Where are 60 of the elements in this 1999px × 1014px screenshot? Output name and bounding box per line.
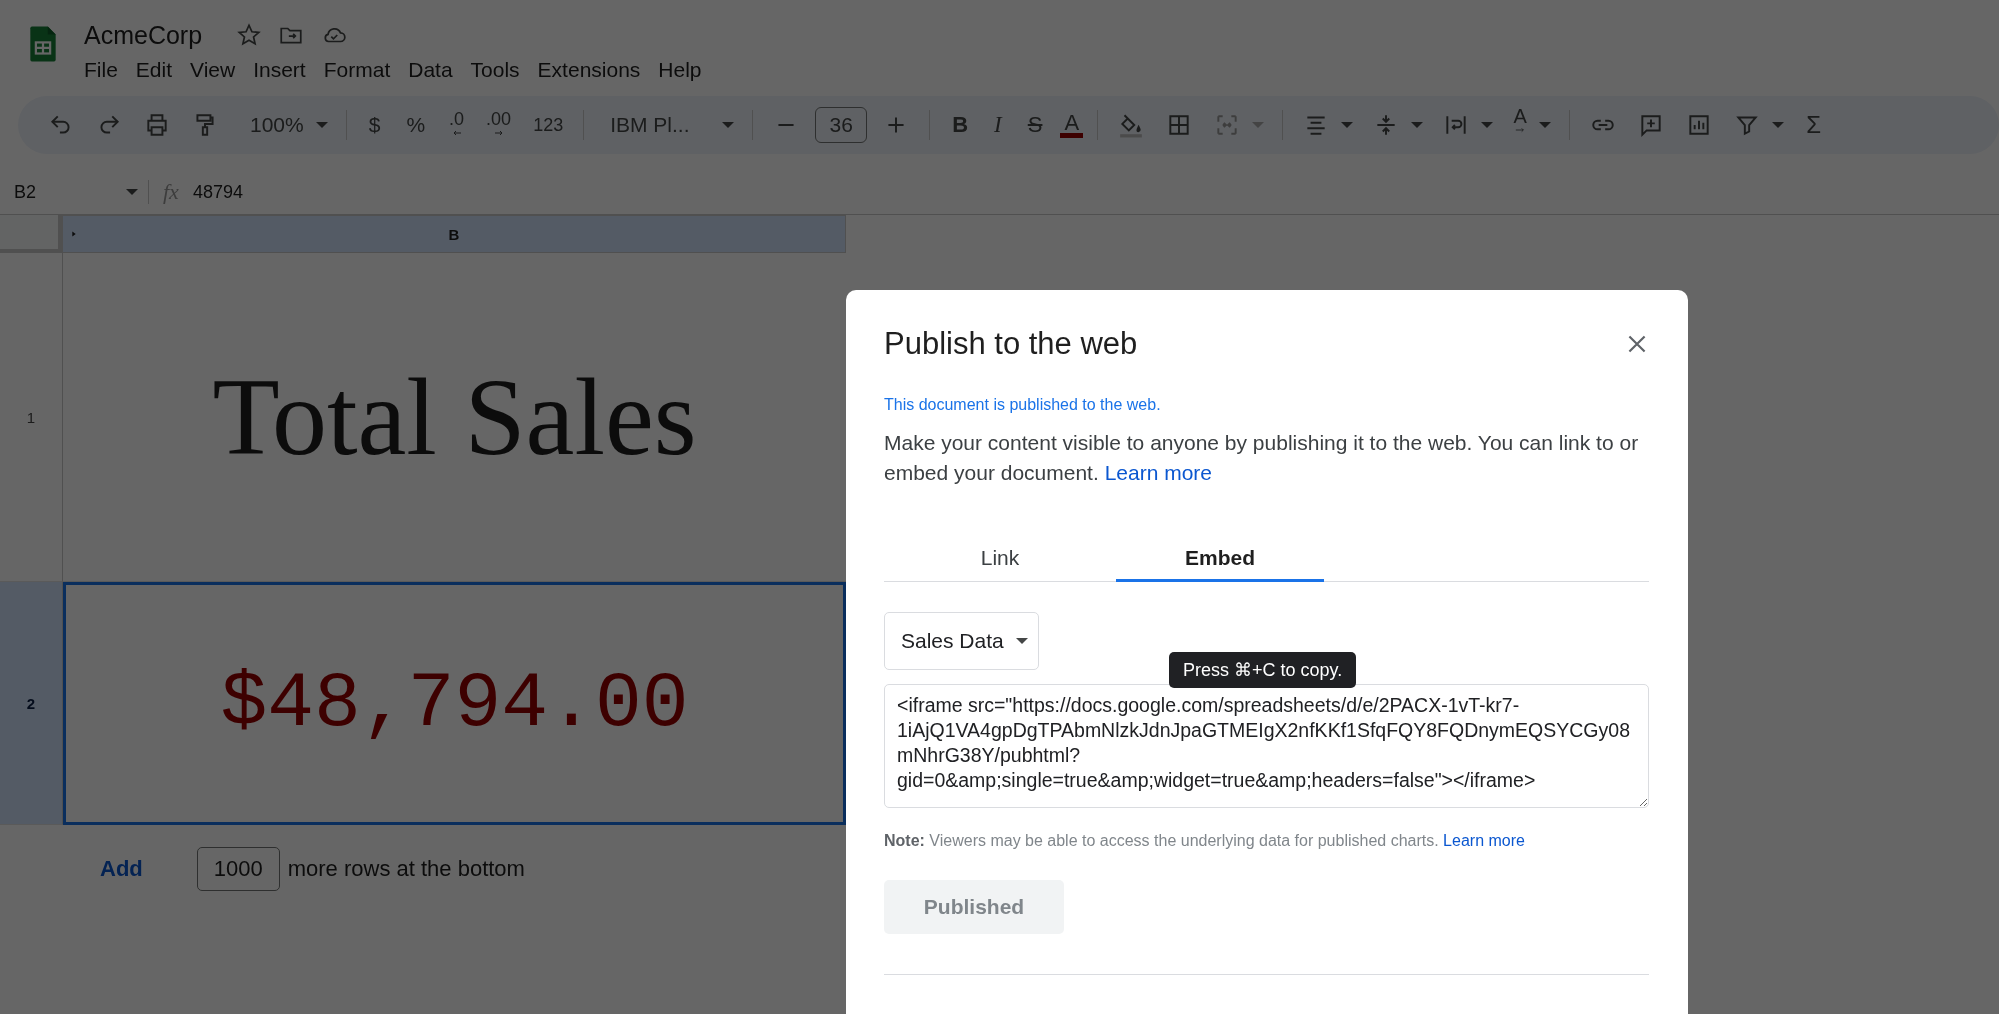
publish-status: This document is published to the web. [884,396,1162,414]
menu-item[interactable]: File [84,58,130,82]
text-rotation-button[interactable]: A [1507,107,1534,143]
caret-icon[interactable] [126,189,138,195]
caret-icon[interactable] [722,122,735,128]
caret-icon[interactable] [1411,122,1424,128]
print-icon[interactable] [144,112,170,138]
menu-item[interactable]: Edit [135,58,185,82]
menu-item[interactable]: Tools [470,58,532,82]
tab[interactable]: Link [884,536,1116,582]
row-header[interactable]: 2 [0,582,63,825]
column-header[interactable]: B [62,215,846,253]
decrease-decimal-button[interactable]: .0 [443,107,471,143]
bold-button[interactable]: B [944,107,977,143]
menu-item[interactable]: Help [658,58,714,82]
description-text: Make your content visible to anyone by publishing it to the web. You can link to or embed your document. Learn more [884,430,1640,486]
caret-icon [1015,637,1028,644]
learn-more-link[interactable]: Learn more [1104,461,1212,484]
caret-icon[interactable] [1252,122,1265,128]
cell-text: Total Sales [212,354,697,480]
menu-item[interactable]: Data [408,58,465,82]
dialog-title: Publish to the web [884,326,1138,362]
fill-color-icon[interactable] [1118,112,1145,138]
menu-item[interactable]: Format [323,58,403,82]
row-count-field[interactable]: 1000 [196,847,280,891]
sheet-cell[interactable]: $48,794.00 [63,582,846,825]
strikethrough-button[interactable]: S [1019,107,1051,143]
row-header[interactable]: 1 [0,253,63,582]
add-rows-button[interactable]: Add [100,856,143,882]
learn-more-link[interactable]: Learn more [1443,831,1525,849]
caret-icon[interactable] [315,122,328,128]
name-box[interactable]: B2 [0,181,148,203]
number-format-button[interactable]: 123 [527,107,570,143]
formula-input[interactable]: 48794 [192,181,243,203]
caret-icon[interactable] [1539,122,1552,128]
increase-decimal-button[interactable]: .00 [480,107,518,143]
currency-format-button[interactable]: $ [360,107,389,143]
sheet-dropdown[interactable]: Sales Data [884,611,1039,670]
currency-value: $48,794.00 [220,659,689,748]
menu-item[interactable]: Insert [253,58,318,82]
star-icon[interactable] [236,22,263,48]
column-label: B [448,225,460,243]
font-size-field[interactable]: 36 [815,107,868,143]
italic-button[interactable]: I [986,107,1010,143]
zoom-dropdown[interactable]: 100% [234,107,310,143]
menu-item[interactable]: View [190,58,248,82]
percent-format-button[interactable]: % [398,107,434,143]
cell-reference: B2 [14,181,37,203]
functions-button[interactable]: Σ [1798,107,1829,143]
caret-icon[interactable] [1481,122,1494,128]
tab[interactable]: Embed [1116,536,1324,582]
note-text: Note: Viewers may be able to access the underlying data for published charts. Learn more [884,831,1526,850]
caret-icon[interactable] [1341,122,1354,128]
add-rows-label: more rows at the bottom [287,856,525,882]
document-title[interactable]: AcmeCorp [84,20,203,50]
font-dropdown[interactable]: IBM Pl... [598,107,717,143]
text-color-button[interactable]: A [1060,112,1084,138]
embed-code-field[interactable]: <iframe src="https://docs.google.com/spreadsheets/d/e/2PACX-1vT-kr7-1iAjQ1VA4gpDgTPAbmNlzkJdnJpaGTMEIgX2nfKKf1SfqFQY8FQDnymEQSYCGy08mNhrG38Y/pubhtml?gid=0&amp;single=true&amp;widget=true&amp;headers=false"></iframe> [884,683,1649,808]
menu-item[interactable]: Extensions [537,58,653,82]
caret-icon[interactable] [1772,122,1785,128]
